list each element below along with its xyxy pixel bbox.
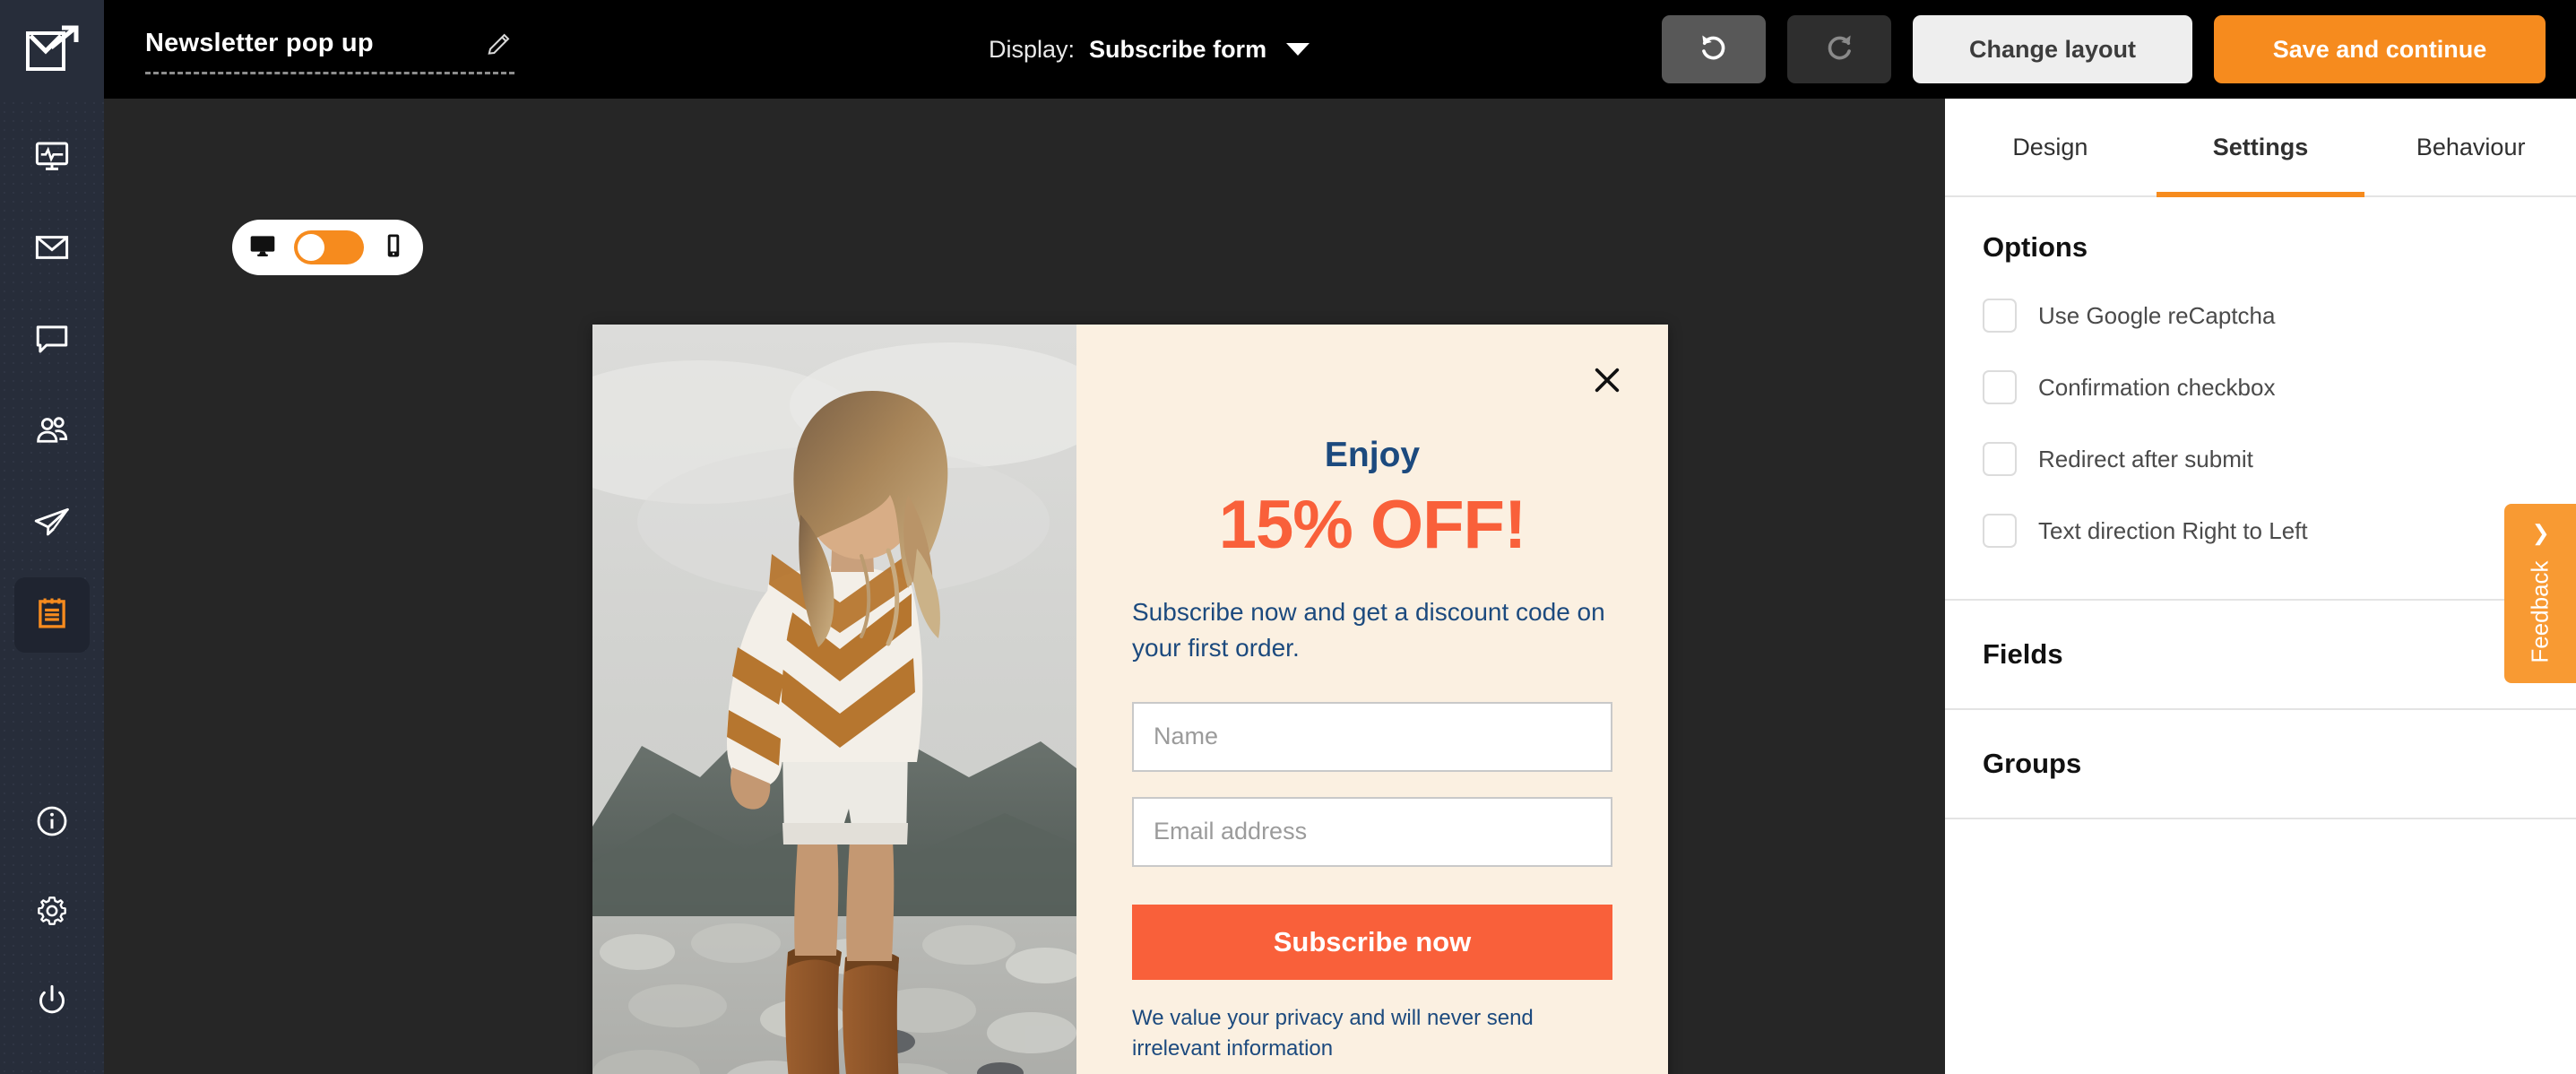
tab-design[interactable]: Design	[1945, 99, 2156, 195]
fields-title: Fields	[1983, 638, 2063, 670]
option-row-recaptcha[interactable]: Use Google reCaptcha	[1983, 280, 2538, 351]
popup-content-panel: Enjoy 15% OFF! Subscribe now and get a d…	[1076, 325, 1668, 1074]
options-list: Use Google reCaptcha Confirmation checkb…	[1983, 280, 2538, 567]
checkbox-use-google-recaptcha[interactable]	[1983, 299, 2017, 333]
display-value: Subscribe form	[1089, 35, 1267, 63]
change-layout-button[interactable]: Change layout	[1913, 15, 2192, 83]
popup-subtext: Subscribe now and get a discount code on…	[1132, 598, 1605, 662]
envelope-arrow-logo-icon	[24, 24, 80, 74]
device-preview-toggle[interactable]	[232, 220, 423, 275]
checkbox-redirect-after-submit[interactable]	[1983, 442, 2017, 476]
tab-behaviour[interactable]: Behaviour	[2365, 99, 2576, 195]
sidebar-item-settings[interactable]	[14, 875, 90, 950]
panel-tabs: Design Settings Behaviour	[1945, 99, 2576, 197]
app-root: Newsletter pop up Display: Subscribe for…	[0, 0, 2576, 1074]
mobile-phone-icon[interactable]	[380, 232, 407, 264]
chevron-right-icon: ❯	[2530, 520, 2550, 545]
paper-plane-icon	[33, 503, 71, 545]
popup-eyebrow: Enjoy	[1324, 436, 1421, 474]
subscribe-now-button[interactable]: Subscribe now	[1132, 904, 1612, 980]
sidebar-item-info[interactable]	[14, 785, 90, 861]
envelope-icon	[33, 229, 71, 271]
top-actions: Change layout Save and continue	[1662, 0, 2546, 99]
chat-bubble-icon	[33, 320, 71, 362]
option-row-confirmation-checkbox[interactable]: Confirmation checkbox	[1983, 351, 2538, 423]
device-toggle-switch[interactable]	[293, 230, 364, 264]
body: Enjoy 15% OFF! Subscribe now and get a d…	[0, 99, 2576, 1074]
option-row-redirect-after-submit[interactable]: Redirect after submit	[1983, 423, 2538, 495]
email-field[interactable]	[1132, 796, 1612, 867]
gear-icon	[34, 893, 70, 933]
display-label: Display:	[989, 35, 1076, 63]
undo-button[interactable]	[1662, 15, 1766, 83]
dashboard-monitor-icon	[33, 137, 71, 179]
option-label: Confirmation checkbox	[2038, 373, 2276, 401]
sidebar-bottom	[14, 785, 90, 1054]
feedback-tab[interactable]: Feedback ❯	[2504, 504, 2576, 683]
options-title: Options	[1983, 231, 2088, 263]
popup-headline: 15% OFF!	[1218, 487, 1527, 563]
sidebar-item-logout[interactable]	[14, 965, 90, 1040]
chevron-down-icon[interactable]	[1286, 43, 1310, 56]
groups-section[interactable]: Groups	[1945, 710, 2576, 819]
undo-arrow-icon	[1697, 30, 1731, 69]
option-label: Use Google reCaptcha	[2038, 301, 2276, 329]
checkbox-text-direction-rtl[interactable]	[1983, 514, 2017, 548]
sidebar-item-contacts[interactable]	[14, 394, 90, 470]
info-icon	[34, 803, 70, 844]
feedback-label: Feedback	[2526, 559, 2554, 663]
option-label: Text direction Right to Left	[2038, 516, 2308, 544]
sidebar-item-chat[interactable]	[14, 303, 90, 378]
campaign-title-editor[interactable]: Newsletter pop up	[145, 24, 514, 74]
name-field[interactable]	[1132, 701, 1612, 772]
close-x-icon[interactable]	[1587, 360, 1627, 400]
campaign-title: Newsletter pop up	[145, 29, 374, 57]
power-icon	[34, 983, 70, 1023]
left-sidebar	[0, 99, 104, 1074]
feedback-tab-inner: Feedback ❯	[2526, 520, 2554, 663]
popup-hero-image	[592, 325, 1076, 1074]
top-bar: Newsletter pop up Display: Subscribe for…	[0, 0, 2576, 99]
pencil-icon[interactable]	[484, 29, 514, 59]
settings-panel: Design Settings Behaviour Options Use Go…	[1945, 99, 2576, 1074]
sidebar-item-dashboard[interactable]	[14, 120, 90, 195]
form-notepad-icon	[33, 594, 71, 637]
groups-title: Groups	[1983, 748, 2082, 779]
popup-privacy-text: We value your privacy and will never sen…	[1132, 1005, 1534, 1061]
sidebar-item-campaigns[interactable]	[14, 212, 90, 287]
preview-canvas: Enjoy 15% OFF! Subscribe now and get a d…	[104, 99, 1945, 1074]
options-section: Options Use Google reCaptcha Confirmatio…	[1945, 197, 2576, 601]
save-and-continue-button[interactable]: Save and continue	[2214, 15, 2546, 83]
fields-section[interactable]: Fields	[1945, 601, 2576, 710]
option-row-text-direction-rtl[interactable]: Text direction Right to Left	[1983, 495, 2538, 567]
option-label: Redirect after submit	[2038, 445, 2253, 472]
display-selector[interactable]: Display: Subscribe form	[989, 0, 1310, 99]
device-toggle-knob	[297, 234, 324, 261]
app-logo[interactable]	[0, 0, 104, 99]
redo-arrow-icon	[1822, 30, 1856, 69]
sidebar-item-forms[interactable]	[14, 577, 90, 653]
contacts-people-icon	[33, 411, 71, 454]
popup-preview: Enjoy 15% OFF! Subscribe now and get a d…	[592, 325, 1668, 1074]
checkbox-confirmation-checkbox[interactable]	[1983, 370, 2017, 404]
redo-button[interactable]	[1787, 15, 1891, 83]
desktop-monitor-icon[interactable]	[248, 231, 277, 264]
tab-settings[interactable]: Settings	[2156, 99, 2366, 195]
sidebar-item-automation[interactable]	[14, 486, 90, 561]
